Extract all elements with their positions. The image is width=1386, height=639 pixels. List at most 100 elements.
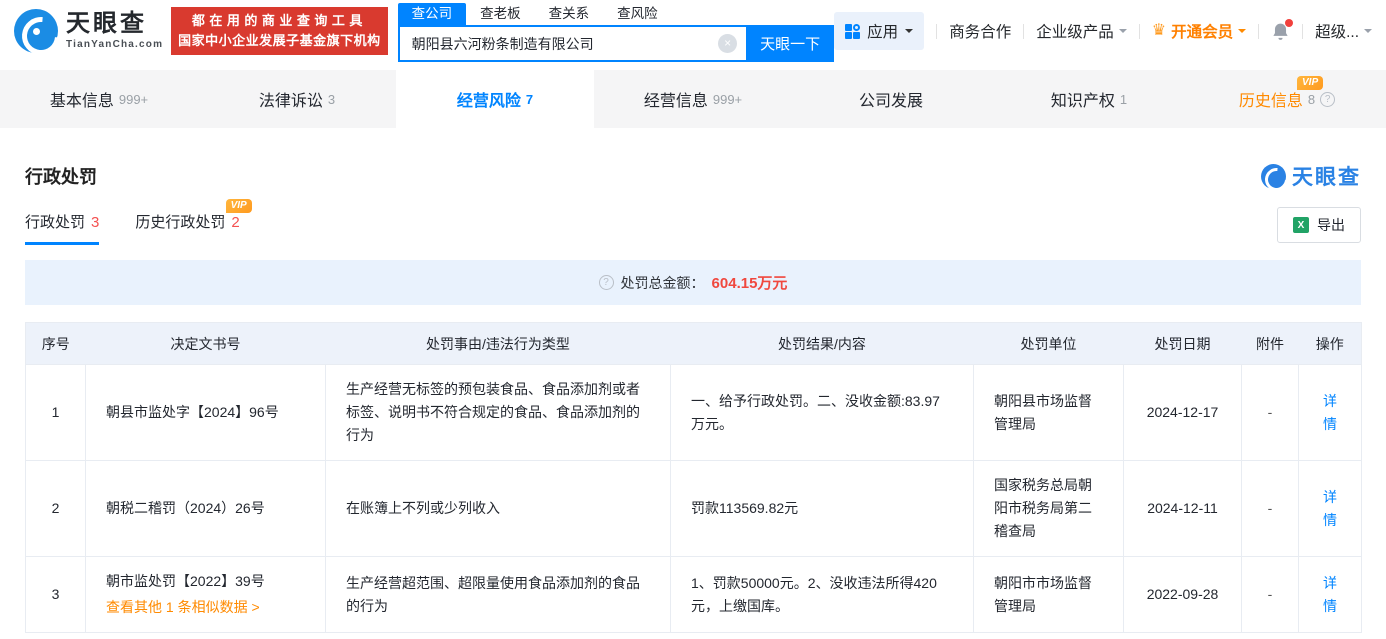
cell-result: 1、罚款50000元。2、没收违法所得420元，上缴国库。 xyxy=(670,556,974,633)
search-tab-2[interactable]: 查关系 xyxy=(535,3,604,26)
nav-tab-5[interactable]: 知识产权 1 xyxy=(990,70,1188,128)
tianyancha-logo[interactable]: 天眼查 TianYanCha.com xyxy=(14,9,163,53)
app-grid-icon xyxy=(845,23,861,39)
search-tab-1[interactable]: 查老板 xyxy=(466,3,535,26)
section-tab-count: 3 xyxy=(91,214,100,231)
promo-line1: 都在用的商业查询工具 xyxy=(191,13,367,28)
nav-tab-3[interactable]: 经营信息 999+ xyxy=(594,70,792,128)
open-vip-menu[interactable]: ♛ 开通会员 xyxy=(1152,20,1247,42)
export-button[interactable]: X 导出 xyxy=(1277,207,1361,243)
cell-reason: 生产经营无标签的预包装食品、食品添加剂或者标签、说明书不符合规定的食品、食品添加… xyxy=(325,364,671,461)
open-vip-label: 开通会员 xyxy=(1171,24,1234,41)
cell-date: 2024-12-17 xyxy=(1123,364,1242,461)
nav-tab-label: 基本信息 xyxy=(49,93,114,110)
main-content: 行政处罚 天眼查 行政处罚 3 历史行政处罚 2 VIP X 导出 ? 处罚总金额： 6… xyxy=(0,161,1386,633)
cell-attachment: - xyxy=(1241,364,1299,461)
cell-action: 详情 xyxy=(1298,364,1362,461)
nav-tab-2[interactable]: 经营风险 7 xyxy=(396,70,594,128)
enterprise-products-menu[interactable]: 企业级产品 xyxy=(1036,20,1127,42)
enterprise-label: 企业级产品 xyxy=(1036,24,1114,41)
nav-tab-label: 法律诉讼 xyxy=(258,93,323,110)
cell-unit: 朝阳县市场监督管理局 xyxy=(973,364,1124,461)
logo-subtitle: TianYanCha.com xyxy=(66,39,164,50)
table-header-row: 序号 决定文书号 处罚事由/违法行为类型 处罚结果/内容 处罚单位 处罚日期 附件 操作 xyxy=(25,322,1362,365)
section-tab-bar: 行政处罚 3 历史行政处罚 2 VIP X 导出 xyxy=(25,199,1361,245)
cell-result: 一、给予行政处罚。二、没收金额:83.97万元。 xyxy=(670,364,974,461)
cell-attachment: - xyxy=(1241,460,1299,557)
nav-tab-count: 999+ xyxy=(712,91,743,107)
apps-label: 应用 xyxy=(867,24,899,41)
cell-action: 详情 xyxy=(1298,460,1362,557)
cell-unit: 朝阳市市场监督管理局 xyxy=(973,556,1124,633)
section-tabs: 行政处罚 3 历史行政处罚 2 VIP xyxy=(25,199,276,245)
cell-result: 罚款113569.82元 xyxy=(670,460,974,557)
logo-text: 天眼查 TianYanCha.com xyxy=(66,12,163,50)
table-body: 1 朝县市监处字【2024】96号 生产经营无标签的预包装食品、食品添加剂或者标签、… xyxy=(25,364,1362,633)
section-header: 行政处罚 天眼查 xyxy=(25,161,1361,191)
logo-title: 天眼查 xyxy=(66,10,147,37)
account-label: 超级... xyxy=(1315,24,1359,41)
watermark-text: 天眼查 xyxy=(1292,166,1361,189)
cell-reason: 生产经营超范围、超限量使用食品添加剂的食品的行为 xyxy=(325,556,671,633)
vip-badge: VIP xyxy=(1297,76,1324,90)
section-tab-1[interactable]: 历史行政处罚 2 VIP xyxy=(135,199,252,245)
section-tab-0[interactable]: 行政处罚 3 xyxy=(25,211,100,245)
chevron-down-icon xyxy=(1364,29,1372,37)
column-header-7: 操作 xyxy=(1298,322,1362,365)
doc-no-text: 朝税二稽罚（2024）26号 xyxy=(106,500,265,516)
tianyancha-watermark-icon xyxy=(1261,163,1286,189)
nav-tab-6[interactable]: 历史信息 8 VIP? xyxy=(1188,70,1386,128)
chevron-down-icon xyxy=(1238,29,1247,37)
detail-link[interactable]: 详情 xyxy=(1323,575,1337,614)
company-nav-tabs: 基本信息 999+ 法律诉讼 3 经营风险 7 经营信息 999+ 公司发展 知识产权 1 历史信息 8… xyxy=(0,70,1386,128)
cell-reason: 在账簿上不列或少列收入 xyxy=(325,460,671,557)
excel-icon: X xyxy=(1293,217,1309,233)
detail-link[interactable]: 详情 xyxy=(1323,393,1337,432)
search-button[interactable]: 天眼一下 xyxy=(746,25,835,62)
page-title: 行政处罚 xyxy=(25,167,97,187)
cooperation-link[interactable]: 商务合作 xyxy=(949,20,1011,42)
nav-tab-count: 999+ xyxy=(118,91,149,107)
tianyancha-logo-icon xyxy=(14,9,58,53)
cell-unit: 国家税务总局朝阳市税务局第二稽查局 xyxy=(973,460,1124,557)
search-tab-3[interactable]: 查风险 xyxy=(603,3,672,26)
section-tab-label: 行政处罚 xyxy=(25,214,86,231)
notifications-button[interactable] xyxy=(1271,18,1294,41)
account-menu[interactable]: 超级... xyxy=(1315,20,1372,42)
cell-doc-no: 朝税二稽罚（2024）26号 xyxy=(85,460,326,557)
section-tab-label: 历史行政处罚 xyxy=(135,214,226,231)
column-header-2: 处罚事由/违法行为类型 xyxy=(325,322,671,365)
divider xyxy=(1302,23,1304,39)
vip-badge: VIP xyxy=(225,199,252,213)
column-header-3: 处罚结果/内容 xyxy=(670,322,974,365)
summary-label: 处罚总金额： xyxy=(620,274,705,291)
search-tab-0[interactable]: 查公司 xyxy=(397,2,467,25)
search-input[interactable] xyxy=(397,25,747,62)
column-header-5: 处罚日期 xyxy=(1123,322,1242,365)
nav-tab-count: 3 xyxy=(327,91,336,107)
divider xyxy=(1258,23,1260,39)
cell-date: 2024-12-11 xyxy=(1123,460,1242,557)
similar-data-link[interactable]: 查看其他 1 条相似数据 > xyxy=(106,596,305,619)
table-row: 1 朝县市监处字【2024】96号 生产经营无标签的预包装食品、食品添加剂或者标签、… xyxy=(25,364,1362,461)
help-icon[interactable]: ? xyxy=(598,275,614,290)
export-label: 导出 xyxy=(1317,217,1345,233)
column-header-0: 序号 xyxy=(25,322,86,365)
penalty-table: 序号 决定文书号 处罚事由/违法行为类型 处罚结果/内容 处罚单位 处罚日期 附件 操作 1 朝… xyxy=(25,322,1362,633)
detail-link[interactable]: 详情 xyxy=(1323,489,1337,528)
nav-tab-1[interactable]: 法律诉讼 3 xyxy=(198,70,396,128)
promo-line2: 国家中小企业发展子基金旗下机构 xyxy=(178,33,381,48)
chevron-down-icon xyxy=(1118,29,1127,37)
cell-attachment: - xyxy=(1241,556,1299,633)
cell-doc-no: 朝市监处罚【2022】39号 查看其他 1 条相似数据 > xyxy=(85,556,326,633)
table-row: 2 朝税二稽罚（2024）26号 在账簿上不列或少列收入 罚款113569.82元 国家… xyxy=(25,460,1362,557)
nav-tab-0[interactable]: 基本信息 999+ xyxy=(0,70,198,128)
apps-menu[interactable]: 应用 xyxy=(834,12,925,50)
nav-tab-label: 经营信息 xyxy=(643,93,708,110)
help-icon: ? xyxy=(1320,91,1336,107)
top-header: 天眼查 TianYanCha.com 都在用的商业查询工具 国家中小企业发展子基… xyxy=(0,0,1386,62)
cell-date: 2022-09-28 xyxy=(1123,556,1242,633)
promo-banner: 都在用的商业查询工具 国家中小企业发展子基金旗下机构 xyxy=(171,7,388,55)
search-area: 查公司查老板查关系查风险 × 天眼一下 xyxy=(397,0,835,62)
nav-tab-4[interactable]: 公司发展 xyxy=(792,70,990,128)
